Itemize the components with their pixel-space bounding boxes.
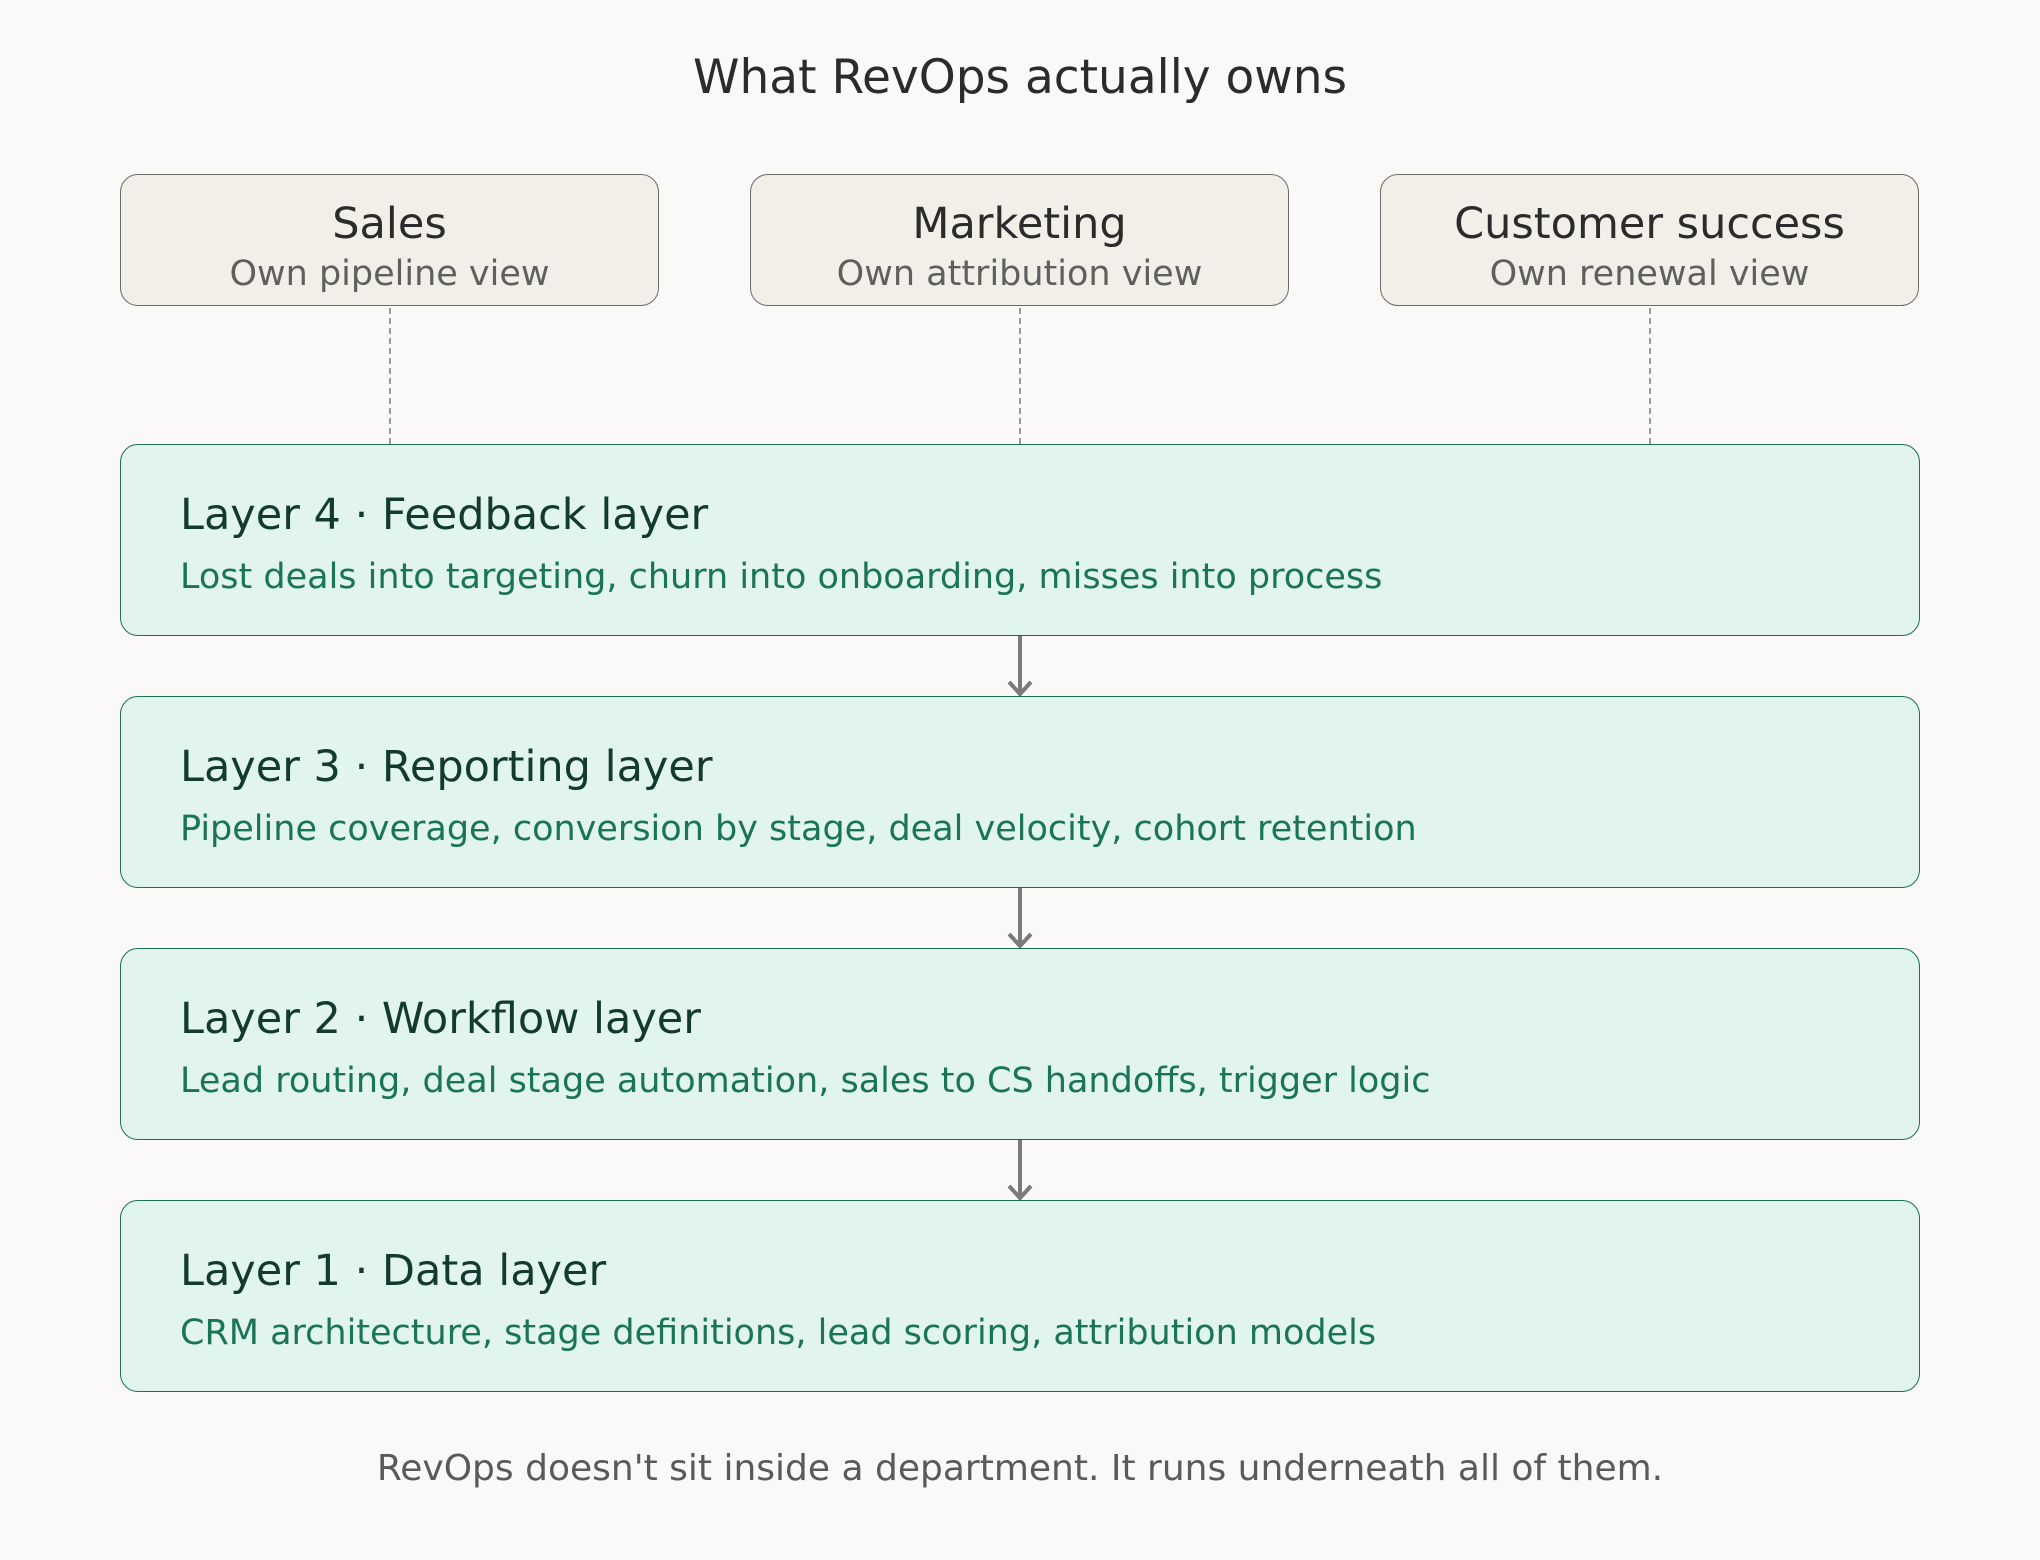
- department-view: Own pipeline view: [229, 254, 550, 294]
- department-box-customer-success: Customer success Own renewal view: [1380, 174, 1919, 306]
- dashed-connector-customer-success: [1649, 308, 1651, 444]
- department-view: Own attribution view: [836, 254, 1203, 294]
- dashed-connector-sales: [389, 308, 391, 444]
- down-arrow-icon: [1007, 888, 1033, 949]
- department-name: Customer success: [1454, 199, 1845, 249]
- layer-box-feedback: Layer 4 · Feedback layer Lost deals into…: [120, 444, 1920, 636]
- layer-description: CRM architecture, stage definitions, lea…: [180, 1313, 1377, 1353]
- diagram-title: What RevOps actually owns: [693, 50, 1347, 105]
- layer-description: Lost deals into targeting, churn into on…: [180, 557, 1383, 597]
- layer-box-workflow: Layer 2 · Workflow layer Lead routing, d…: [120, 948, 1920, 1140]
- department-box-marketing: Marketing Own attribution view: [750, 174, 1289, 306]
- down-arrow-icon: [1007, 636, 1033, 697]
- layer-box-reporting: Layer 3 · Reporting layer Pipeline cover…: [120, 696, 1920, 888]
- layer-box-data: Layer 1 · Data layer CRM architecture, s…: [120, 1200, 1920, 1392]
- down-arrow-icon: [1007, 1140, 1033, 1201]
- layer-name: Layer 1 · Data layer: [180, 1246, 607, 1296]
- layer-name: Layer 4 · Feedback layer: [180, 490, 709, 540]
- dashed-connector-marketing: [1019, 308, 1021, 444]
- layer-name: Layer 2 · Workflow layer: [180, 994, 701, 1044]
- footer-caption: RevOps doesn't sit inside a department. …: [376, 1448, 1664, 1489]
- department-box-sales: Sales Own pipeline view: [120, 174, 659, 306]
- layer-description: Pipeline coverage, conversion by stage, …: [180, 809, 1417, 849]
- layer-description: Lead routing, deal stage automation, sal…: [180, 1061, 1431, 1101]
- layer-name: Layer 3 · Reporting layer: [180, 742, 713, 792]
- department-view: Own renewal view: [1489, 254, 1810, 294]
- department-name: Sales: [332, 199, 447, 249]
- department-name: Marketing: [912, 199, 1127, 249]
